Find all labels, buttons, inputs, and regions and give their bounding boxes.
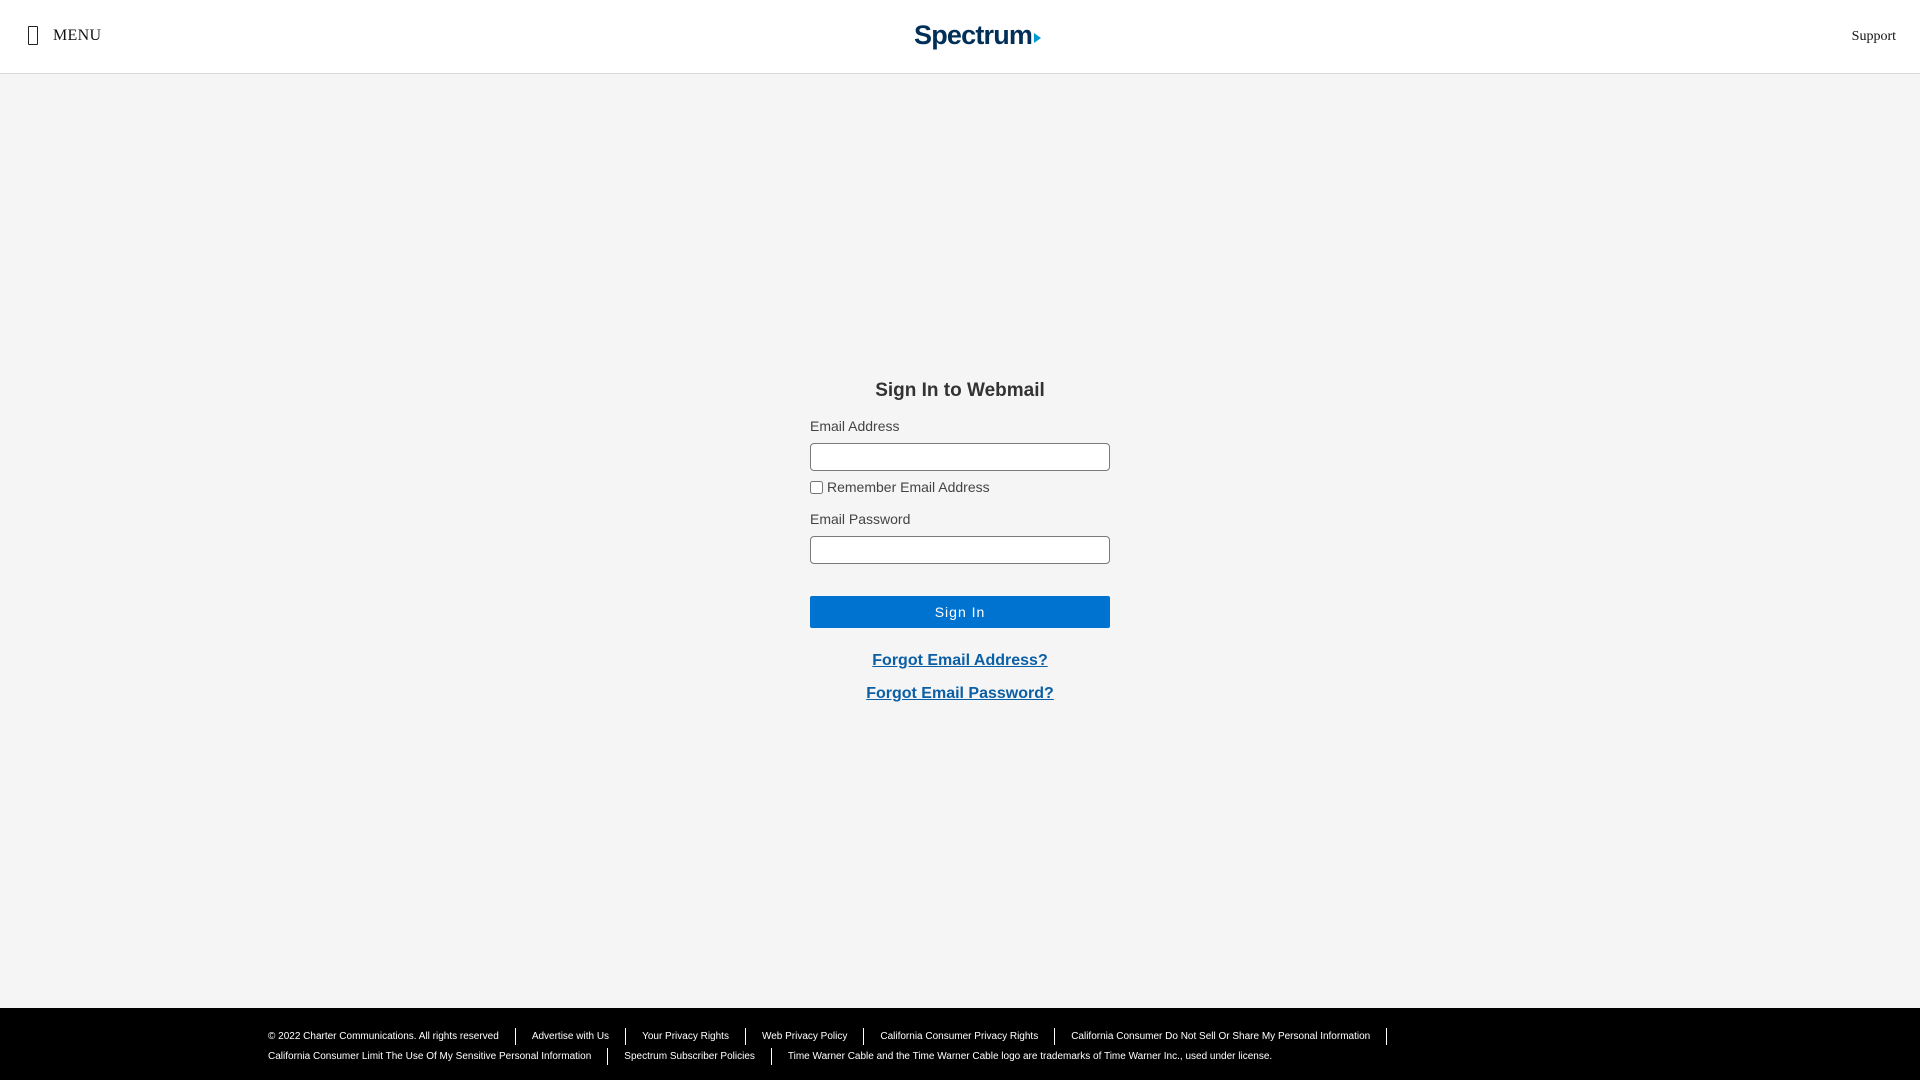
spectrum-logo[interactable]: Spectrum (914, 20, 1042, 50)
footer-link-privacy-rights[interactable]: Your Privacy Rights (626, 1028, 746, 1045)
footer-link-ca-privacy-rights[interactable]: California Consumer Privacy Rights (864, 1028, 1056, 1045)
remember-email-row: Remember Email Address (810, 479, 1110, 495)
remember-email-checkbox[interactable] (810, 480, 823, 494)
password-input[interactable] (810, 536, 1110, 564)
trademark-text: Time Warner Cable and the Time Warner Ca… (787, 1051, 1273, 1062)
footer-row-2: California Consumer Limit The Use Of My … (268, 1048, 1288, 1065)
footer-row-1: © 2022 Charter Communications. All right… (268, 1028, 1388, 1045)
logo-text: Spectrum (914, 20, 1033, 50)
support-link[interactable]: Support (1852, 29, 1896, 45)
menu-icon (28, 26, 38, 45)
page-title: Sign In to Webmail (875, 380, 1045, 401)
remember-email-label[interactable]: Remember Email Address (827, 479, 990, 495)
logo-arrow-icon (1034, 32, 1042, 43)
forgot-email-link[interactable]: Forgot Email Address? (810, 652, 1110, 670)
sign-in-button[interactable]: Sign In (810, 596, 1110, 628)
copyright-text: © 2022 Charter Communications. All right… (268, 1028, 516, 1045)
signin-form: Sign In to Webmail Email Address Remembe… (810, 380, 1110, 703)
email-input[interactable] (810, 443, 1110, 471)
email-label: Email Address (810, 418, 900, 434)
site-header: MENU Spectrum Support (0, 0, 1920, 74)
footer-link-ca-do-not-sell[interactable]: California Consumer Do Not Sell Or Share… (1055, 1028, 1388, 1045)
menu-label: MENU (53, 26, 102, 44)
password-label: Email Password (810, 511, 911, 527)
forgot-password-link[interactable]: Forgot Email Password? (810, 685, 1110, 703)
menu-button[interactable]: MENU (28, 26, 101, 45)
footer-link-web-privacy-policy[interactable]: Web Privacy Policy (746, 1028, 865, 1045)
footer-link-advertise[interactable]: Advertise with Us (516, 1028, 627, 1045)
site-footer: © 2022 Charter Communications. All right… (0, 1008, 1920, 1080)
footer-link-subscriber-policies[interactable]: Spectrum Subscriber Policies (608, 1048, 772, 1065)
footer-link-ca-limit-use[interactable]: California Consumer Limit The Use Of My … (268, 1048, 609, 1065)
